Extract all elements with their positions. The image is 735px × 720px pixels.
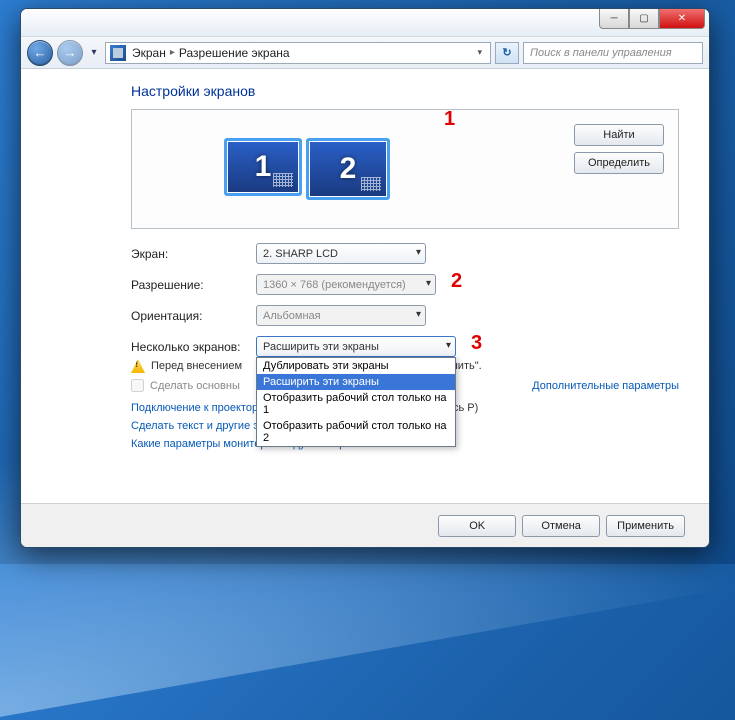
make-primary-label: Сделать основны bbox=[150, 380, 240, 392]
dropdown-option-selected[interactable]: Расширить эти экраны bbox=[257, 374, 455, 390]
apply-button[interactable]: Применить bbox=[606, 515, 685, 537]
resolution-select[interactable]: 1360 × 768 (рекомендуется) bbox=[256, 274, 436, 295]
history-dropdown[interactable]: ▾ bbox=[87, 42, 101, 64]
page-title: Настройки экранов bbox=[131, 83, 679, 99]
make-primary-checkbox bbox=[131, 379, 144, 392]
address-bar[interactable]: Экран ▸ Разрешение экрана ▾ bbox=[105, 42, 491, 64]
window-controls: ─ ▢ ✕ bbox=[599, 9, 705, 29]
breadcrumb-separator: ▸ bbox=[170, 47, 175, 58]
multiple-displays-dropdown: Дублировать эти экраны Расширить эти экр… bbox=[256, 357, 456, 447]
dropdown-option[interactable]: Отобразить рабочий стол только на 1 bbox=[257, 390, 455, 418]
back-button[interactable]: ← bbox=[27, 40, 53, 66]
annotation-3: 3 bbox=[471, 332, 482, 355]
display-label: Экран: bbox=[131, 247, 256, 261]
advanced-settings-link[interactable]: Дополнительные параметры bbox=[532, 380, 679, 392]
control-panel-icon bbox=[110, 45, 126, 61]
titlebar: ─ ▢ ✕ bbox=[21, 9, 709, 37]
orientation-select[interactable]: Альбомная bbox=[256, 305, 426, 326]
settings-form: Экран: 2. SHARP LCD Разрешение: 1360 × 7… bbox=[131, 243, 679, 450]
warning-icon bbox=[131, 359, 145, 373]
forward-button[interactable]: → bbox=[57, 40, 83, 66]
breadcrumb-item[interactable]: Экран bbox=[132, 46, 166, 60]
multiple-displays-select[interactable]: Расширить эти экраны bbox=[256, 336, 456, 357]
dialog-buttons-bar: OK Отмена Применить 4 bbox=[21, 503, 709, 547]
dropdown-option[interactable]: Дублировать эти экраны bbox=[257, 358, 455, 374]
search-input[interactable]: Поиск в панели управления bbox=[523, 42, 703, 64]
dropdown-option[interactable]: Отобразить рабочий стол только на 2 bbox=[257, 418, 455, 446]
ok-button[interactable]: OK bbox=[438, 515, 516, 537]
cancel-button[interactable]: Отмена bbox=[522, 515, 600, 537]
close-button[interactable]: ✕ bbox=[659, 9, 705, 29]
minimize-button[interactable]: ─ bbox=[599, 9, 629, 29]
monitor-2[interactable]: 2 bbox=[306, 138, 390, 200]
display-select[interactable]: 2. SHARP LCD bbox=[256, 243, 426, 264]
monitor-number: 1 bbox=[255, 150, 272, 184]
annotation-2: 2 bbox=[451, 270, 462, 293]
navbar: ← → ▾ Экран ▸ Разрешение экрана ▾ ↻ Поис… bbox=[21, 37, 709, 69]
maximize-button[interactable]: ▢ bbox=[629, 9, 659, 29]
monitor-1[interactable]: 1 bbox=[224, 138, 302, 196]
projector-link[interactable]: Подключение к проектору bbox=[131, 402, 263, 414]
orientation-label: Ориентация: bbox=[131, 309, 256, 323]
refresh-button[interactable]: ↻ bbox=[495, 42, 519, 64]
detect-button[interactable]: Найти bbox=[574, 124, 664, 146]
identify-button[interactable]: Определить bbox=[574, 152, 664, 174]
multiple-displays-label: Несколько экранов: bbox=[131, 340, 256, 354]
monitor-icon bbox=[273, 173, 293, 187]
monitor-icon bbox=[361, 177, 381, 191]
monitor-number: 2 bbox=[340, 152, 357, 186]
resolution-label: Разрешение: bbox=[131, 278, 256, 292]
content: Настройки экранов 1 2 Найти Определить 1 bbox=[21, 69, 709, 503]
monitor-arrangement[interactable]: 1 2 Найти Определить 1 bbox=[131, 109, 679, 229]
breadcrumb-item[interactable]: Разрешение экрана bbox=[179, 46, 290, 60]
annotation-1: 1 bbox=[444, 108, 455, 131]
address-dropdown-icon[interactable]: ▾ bbox=[473, 47, 486, 58]
warning-text: Перед внесением bbox=[151, 360, 242, 372]
window: ─ ▢ ✕ ← → ▾ Экран ▸ Разрешение экрана ▾ … bbox=[20, 8, 710, 548]
